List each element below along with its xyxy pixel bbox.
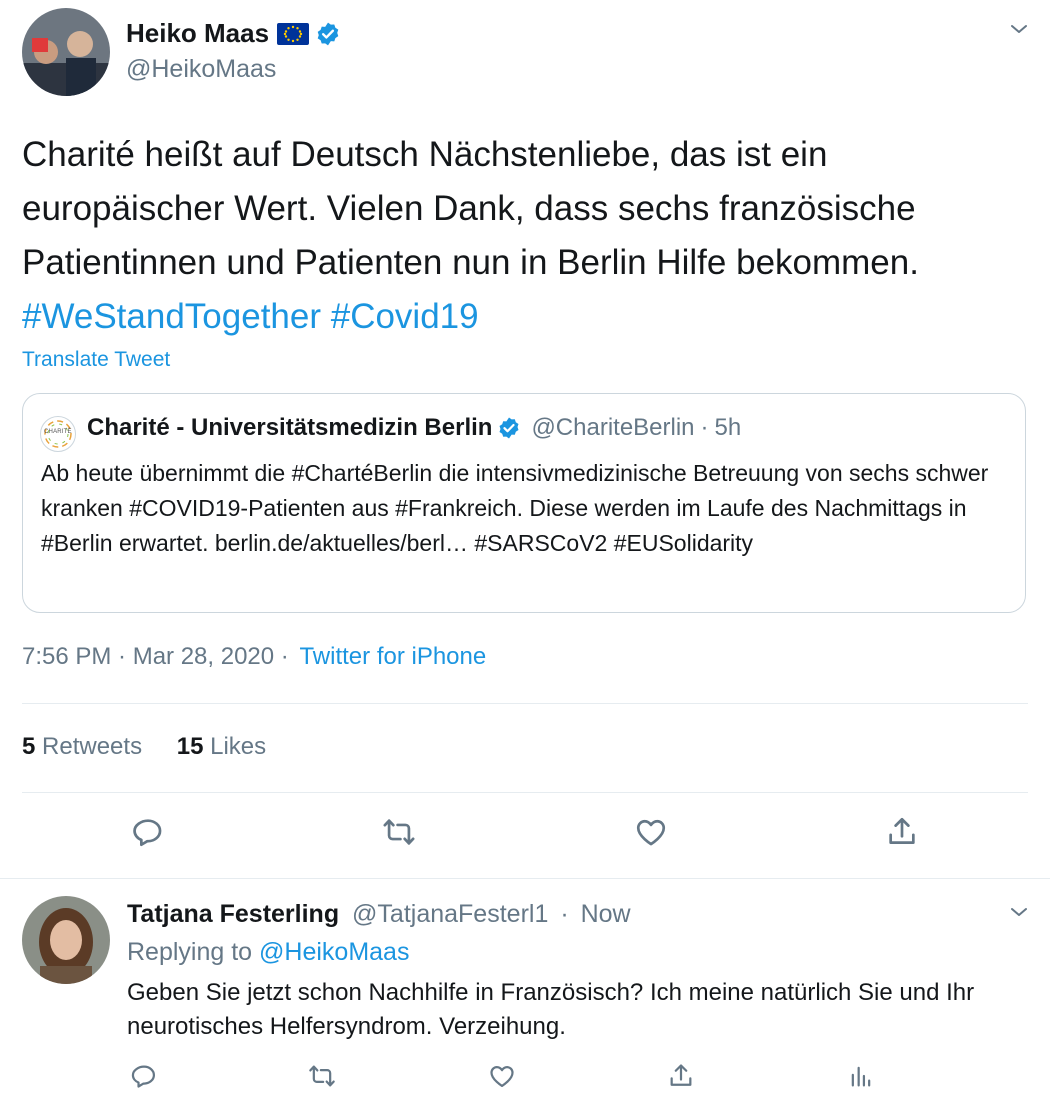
replying-to: Replying to @HeikoMaas bbox=[127, 938, 409, 967]
charite-logo: CHARITÉ bbox=[40, 416, 76, 452]
retweets-count: 5 bbox=[22, 733, 36, 760]
tweet-text: Charité heißt auf Deutsch Nächstenliebe,… bbox=[22, 128, 1032, 344]
share-icon bbox=[667, 1062, 695, 1095]
reply-header: Tatjana Festerling @TatjanaFesterl1 · No… bbox=[127, 900, 631, 929]
reply-author-avatar[interactable] bbox=[22, 896, 110, 984]
retweet-icon bbox=[308, 1062, 336, 1095]
share-button[interactable] bbox=[882, 814, 922, 854]
eu-flag-icon bbox=[277, 22, 310, 45]
quoted-author-name[interactable]: Charité - Universitätsmedizin Berlin bbox=[87, 414, 492, 442]
chevron-down-icon[interactable] bbox=[1010, 903, 1028, 921]
reply-retweet-button[interactable] bbox=[302, 1058, 342, 1098]
quoted-separator: · bbox=[700, 414, 709, 441]
reply-analytics-button[interactable] bbox=[841, 1058, 881, 1098]
author-handle[interactable]: @HeikoMaas bbox=[126, 55, 276, 84]
reply-author-name[interactable]: Tatjana Festerling bbox=[127, 900, 339, 928]
likes-label: Likes bbox=[210, 733, 267, 760]
like-icon bbox=[634, 815, 668, 854]
reply-icon bbox=[131, 815, 165, 854]
analytics-icon bbox=[847, 1062, 875, 1095]
verified-badge-icon bbox=[497, 416, 521, 440]
reply-like-button[interactable] bbox=[482, 1058, 522, 1098]
retweets-label: Retweets bbox=[42, 733, 143, 760]
divider bbox=[22, 703, 1028, 704]
tweet-meta: 7:56 PM · Mar 28, 2020 · Twitter for iPh… bbox=[22, 643, 486, 671]
quoted-author-handle[interactable]: @ChariteBerlin bbox=[531, 414, 694, 442]
reply-text: Geben Sie jetzt schon Nachhilfe in Franz… bbox=[127, 979, 975, 1040]
tweet-hashtags[interactable]: #WeStandTogether #Covid19 bbox=[22, 297, 479, 336]
reply-time[interactable]: Now bbox=[581, 900, 631, 928]
author-name-row[interactable]: Heiko Maas bbox=[126, 18, 341, 49]
tweet-source[interactable]: Twitter for iPhone bbox=[299, 643, 486, 670]
share-icon bbox=[885, 815, 919, 854]
author-name[interactable]: Heiko Maas bbox=[126, 18, 269, 49]
divider bbox=[22, 792, 1028, 793]
quoted-tweet-text: Ab heute übernimmt die #ChartéBerlin die… bbox=[41, 460, 989, 556]
divider bbox=[0, 878, 1050, 879]
likes-count: 15 bbox=[176, 733, 204, 760]
quoted-tweet-header: Charité - Universitätsmedizin Berlin @Ch… bbox=[87, 414, 741, 442]
reply-share-button[interactable] bbox=[661, 1058, 701, 1098]
replying-to-handle[interactable]: @HeikoMaas bbox=[259, 938, 409, 966]
retweet-icon bbox=[382, 815, 416, 854]
reply-icon bbox=[130, 1062, 158, 1095]
like-icon bbox=[488, 1062, 516, 1095]
quoted-tweet[interactable]: CHARITÉ Charité - Universitätsmedizin Be… bbox=[22, 393, 1026, 613]
retweet-button[interactable] bbox=[379, 814, 419, 854]
tweet-timestamp[interactable]: 7:56 PM · Mar 28, 2020 · bbox=[22, 643, 289, 670]
verified-badge-icon bbox=[315, 21, 341, 47]
tweet-body: Charité heißt auf Deutsch Nächstenliebe,… bbox=[22, 135, 919, 282]
replying-prefix: Replying to bbox=[127, 938, 253, 966]
charite-logo-text: CHARITÉ bbox=[44, 429, 72, 435]
retweets-stat[interactable]: 5 Retweets bbox=[22, 733, 149, 760]
chevron-down-icon[interactable] bbox=[1010, 20, 1028, 38]
reply-author-handle[interactable]: @TatjanaFesterl1 bbox=[352, 900, 548, 928]
reply-separator: · bbox=[560, 900, 569, 928]
author-avatar[interactable] bbox=[22, 8, 110, 96]
quoted-time[interactable]: 5h bbox=[715, 414, 742, 442]
reply-button[interactable] bbox=[128, 814, 168, 854]
like-button[interactable] bbox=[631, 814, 671, 854]
likes-stat[interactable]: 15 Likes bbox=[177, 733, 266, 760]
tweet-stats: 5 Retweets 15 Likes bbox=[22, 733, 266, 761]
reply-reply-button[interactable] bbox=[124, 1058, 164, 1098]
translate-tweet-link[interactable]: Translate Tweet bbox=[22, 348, 170, 372]
